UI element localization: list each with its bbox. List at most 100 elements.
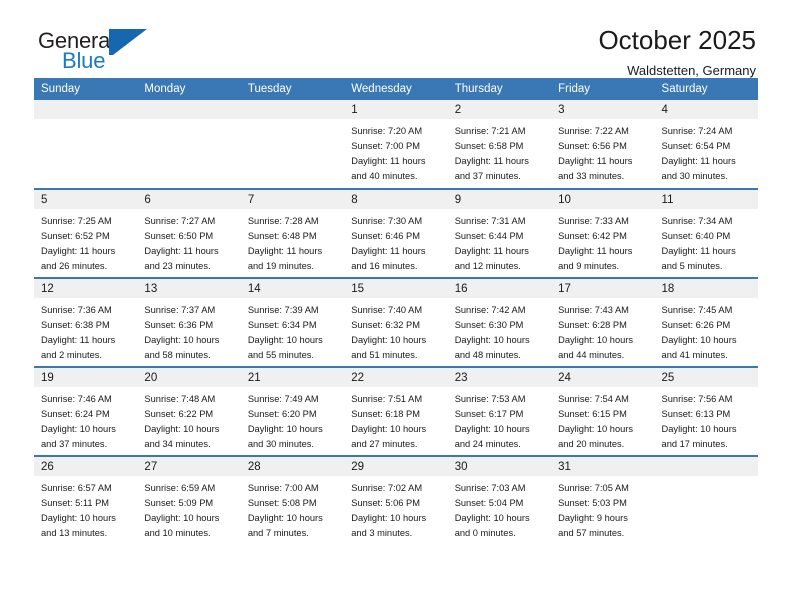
sunset-text: Sunset: 6:52 PM bbox=[41, 231, 110, 242]
weekday-header-sunday: Sunday bbox=[34, 78, 138, 100]
sunset-text: Sunset: 6:58 PM bbox=[454, 141, 524, 152]
logo-triangle-shape bbox=[113, 29, 147, 55]
calendar-day-cell[interactable]: 6 Sunrise: 7:27 AM Sunset: 6:50 PM Daylight… bbox=[137, 188, 241, 278]
sunrise-text: Sunrise: 7:28 AM bbox=[247, 216, 319, 226]
sunset-text: Sunset: 6:15 PM bbox=[558, 409, 627, 420]
calendar-day-cell[interactable]: 27 Sunrise: 6:59 AM Sunset: 5:09 PM Dayligh… bbox=[137, 455, 241, 545]
calendar-day-cell[interactable]: 31 Sunrise: 7:05 AM Sunset: 5:03 PM Dayligh… bbox=[551, 455, 655, 545]
calendar-day-cell[interactable]: 17 Sunrise: 7:43 AM Sunset: 6:28 PM Dayligh… bbox=[551, 277, 655, 367]
sunset-text: Sunset: 5:08 PM bbox=[247, 498, 317, 509]
calendar-day-cell[interactable]: 26 Sunrise: 6:57 AM Sunset: 5:11 PM Dayligh… bbox=[34, 455, 138, 545]
day-details: Sunrise: 6:59 AM Sunset: 5:09 PM Daylight:… bbox=[137, 476, 240, 541]
calendar-day-cell[interactable]: 10 Sunrise: 7:33 AM Sunset: 6:42 PM Dayligh… bbox=[551, 188, 655, 278]
page-title: October 2025 bbox=[598, 25, 756, 55]
daylight-text-line1: Daylight: 11 hours bbox=[558, 156, 633, 167]
sunset-text: Sunset: 6:46 PM bbox=[351, 231, 420, 242]
day-details: Sunrise: 7:20 AM Sunset: 7:00 PM Daylight:… bbox=[344, 119, 447, 184]
sunrise-text: Sunrise: 7:39 AM bbox=[247, 305, 319, 315]
daylight-text-line2: and 30 minutes. bbox=[247, 439, 314, 450]
sunrise-text: Sunrise: 7:33 AM bbox=[558, 216, 629, 226]
calendar-day-cell[interactable]: 7 Sunrise: 7:28 AM Sunset: 6:48 PM Daylight… bbox=[240, 188, 345, 278]
brand-logo[interactable]: General Blue bbox=[38, 26, 153, 76]
day-number bbox=[240, 100, 345, 119]
daylight-text-line2: and 44 minutes. bbox=[558, 350, 625, 361]
calendar-day-cell[interactable]: 11 Sunrise: 7:34 AM Sunset: 6:40 PM Dayligh… bbox=[654, 188, 758, 278]
calendar-day-cell[interactable]: 21 Sunrise: 7:49 AM Sunset: 6:20 PM Dayligh… bbox=[240, 366, 345, 456]
daylight-text-line2: and 17 minutes. bbox=[661, 439, 728, 450]
sunrise-text: Sunrise: 7:31 AM bbox=[454, 216, 526, 226]
calendar-day-cell[interactable]: 29 Sunrise: 7:02 AM Sunset: 5:06 PM Dayligh… bbox=[344, 455, 448, 545]
day-number bbox=[137, 100, 241, 119]
sunset-text: Sunset: 7:00 PM bbox=[351, 141, 420, 152]
day-details: Sunrise: 7:05 AM Sunset: 5:03 PM Daylight:… bbox=[551, 476, 654, 541]
sunset-text: Sunset: 6:56 PM bbox=[558, 141, 627, 152]
sunset-text: Sunset: 6:34 PM bbox=[247, 320, 317, 331]
calendar-day-cell[interactable]: 3 Sunrise: 7:22 AM Sunset: 6:56 PM Daylight… bbox=[551, 100, 655, 189]
daylight-text-line2: and 3 minutes. bbox=[351, 528, 413, 539]
calendar-day-cell[interactable]: 23 Sunrise: 7:53 AM Sunset: 6:17 PM Dayligh… bbox=[447, 366, 552, 456]
page-subtitle: Waldstetten, Germany bbox=[627, 62, 756, 78]
calendar-day-cell[interactable]: 20 Sunrise: 7:48 AM Sunset: 6:22 PM Dayligh… bbox=[137, 366, 241, 456]
daylight-text-line1: Daylight: 11 hours bbox=[41, 246, 116, 257]
calendar-day-cell[interactable]: 1 Sunrise: 7:20 AM Sunset: 7:00 PM Daylight… bbox=[344, 100, 448, 189]
daylight-text-line2: and 20 minutes. bbox=[558, 439, 625, 450]
day-details: Sunrise: 7:02 AM Sunset: 5:06 PM Daylight:… bbox=[344, 476, 447, 541]
sunrise-text: Sunrise: 7:21 AM bbox=[454, 126, 526, 136]
daylight-text-line1: Daylight: 11 hours bbox=[351, 246, 426, 257]
calendar-day-cell-empty bbox=[137, 100, 241, 189]
day-number: 6 bbox=[137, 190, 241, 209]
daylight-text-line1: Daylight: 11 hours bbox=[351, 156, 426, 167]
daylight-text-line1: Daylight: 11 hours bbox=[247, 246, 323, 257]
calendar-day-cell-empty bbox=[34, 100, 138, 189]
daylight-text-line1: Daylight: 10 hours bbox=[661, 335, 737, 346]
day-details: Sunrise: 7:37 AM Sunset: 6:36 PM Daylight:… bbox=[137, 298, 240, 363]
calendar-page: General Blue October 2025 Waldstetten, G… bbox=[0, 0, 792, 612]
daylight-text-line2: and 37 minutes. bbox=[41, 439, 108, 450]
daylight-text-line2: and 27 minutes. bbox=[351, 439, 418, 450]
calendar-day-cell[interactable]: 24 Sunrise: 7:54 AM Sunset: 6:15 PM Dayligh… bbox=[551, 366, 655, 456]
daylight-text-line1: Daylight: 11 hours bbox=[454, 156, 529, 167]
daylight-text-line1: Daylight: 11 hours bbox=[41, 335, 116, 346]
day-number: 2 bbox=[447, 100, 552, 119]
day-number: 22 bbox=[344, 368, 448, 387]
calendar-day-cell[interactable]: 13 Sunrise: 7:37 AM Sunset: 6:36 PM Dayligh… bbox=[137, 277, 241, 367]
calendar-day-cell[interactable]: 4 Sunrise: 7:24 AM Sunset: 6:54 PM Daylight… bbox=[654, 100, 758, 189]
calendar-day-cell[interactable]: 9 Sunrise: 7:31 AM Sunset: 6:44 PM Daylight… bbox=[447, 188, 552, 278]
sunrise-text: Sunrise: 7:42 AM bbox=[454, 305, 526, 315]
sunrise-text: Sunrise: 7:56 AM bbox=[661, 394, 733, 404]
calendar-day-cell[interactable]: 8 Sunrise: 7:30 AM Sunset: 6:46 PM Daylight… bbox=[344, 188, 448, 278]
daylight-text-line1: Daylight: 11 hours bbox=[661, 156, 736, 167]
day-details: Sunrise: 7:03 AM Sunset: 5:04 PM Daylight:… bbox=[448, 476, 551, 541]
sunrise-text: Sunrise: 7:40 AM bbox=[351, 305, 423, 315]
day-number: 9 bbox=[447, 190, 552, 209]
daylight-text-line1: Daylight: 10 hours bbox=[454, 513, 530, 524]
sunset-text: Sunset: 6:24 PM bbox=[41, 409, 110, 420]
calendar-day-cell[interactable]: 12 Sunrise: 7:36 AM Sunset: 6:38 PM Dayligh… bbox=[34, 277, 138, 367]
daylight-text-line1: Daylight: 10 hours bbox=[351, 335, 427, 346]
day-number bbox=[654, 457, 758, 476]
day-details: Sunrise: 7:24 AM Sunset: 6:54 PM Daylight:… bbox=[655, 119, 758, 184]
sunrise-text: Sunrise: 7:22 AM bbox=[558, 126, 629, 136]
weekday-header-thursday: Thursday bbox=[447, 78, 552, 100]
calendar-day-cell[interactable]: 16 Sunrise: 7:42 AM Sunset: 6:30 PM Dayligh… bbox=[447, 277, 552, 367]
calendar-day-cell[interactable]: 22 Sunrise: 7:51 AM Sunset: 6:18 PM Dayligh… bbox=[344, 366, 448, 456]
day-number: 26 bbox=[34, 457, 138, 476]
calendar-day-cell[interactable]: 14 Sunrise: 7:39 AM Sunset: 6:34 PM Dayligh… bbox=[240, 277, 345, 367]
sunrise-text: Sunrise: 7:27 AM bbox=[144, 216, 216, 226]
daylight-text-line2: and 41 minutes. bbox=[661, 350, 728, 361]
calendar-day-cell[interactable]: 28 Sunrise: 7:00 AM Sunset: 5:08 PM Dayligh… bbox=[240, 455, 345, 545]
calendar-day-cell[interactable]: 18 Sunrise: 7:45 AM Sunset: 6:26 PM Dayligh… bbox=[654, 277, 758, 367]
calendar-day-cell[interactable]: 15 Sunrise: 7:40 AM Sunset: 6:32 PM Dayligh… bbox=[344, 277, 448, 367]
calendar-day-cell[interactable]: 19 Sunrise: 7:46 AM Sunset: 6:24 PM Dayligh… bbox=[34, 366, 138, 456]
calendar-day-cell[interactable]: 30 Sunrise: 7:03 AM Sunset: 5:04 PM Dayligh… bbox=[447, 455, 552, 545]
sunset-text: Sunset: 6:30 PM bbox=[454, 320, 524, 331]
day-number: 5 bbox=[34, 190, 138, 209]
calendar-week-row: 1 Sunrise: 7:20 AM Sunset: 7:00 PM Daylight… bbox=[34, 100, 758, 189]
calendar-day-cell[interactable]: 25 Sunrise: 7:56 AM Sunset: 6:13 PM Dayligh… bbox=[654, 366, 758, 456]
calendar-day-cell[interactable]: 5 Sunrise: 7:25 AM Sunset: 6:52 PM Daylight… bbox=[34, 188, 138, 278]
day-details: Sunrise: 7:22 AM Sunset: 6:56 PM Daylight:… bbox=[551, 119, 654, 184]
day-details: Sunrise: 7:31 AM Sunset: 6:44 PM Daylight:… bbox=[448, 209, 551, 274]
day-details: Sunrise: 7:54 AM Sunset: 6:15 PM Daylight:… bbox=[551, 387, 654, 452]
calendar-day-cell[interactable]: 2 Sunrise: 7:21 AM Sunset: 6:58 PM Daylight… bbox=[447, 100, 552, 189]
calendar-day-cell-empty bbox=[240, 100, 345, 189]
